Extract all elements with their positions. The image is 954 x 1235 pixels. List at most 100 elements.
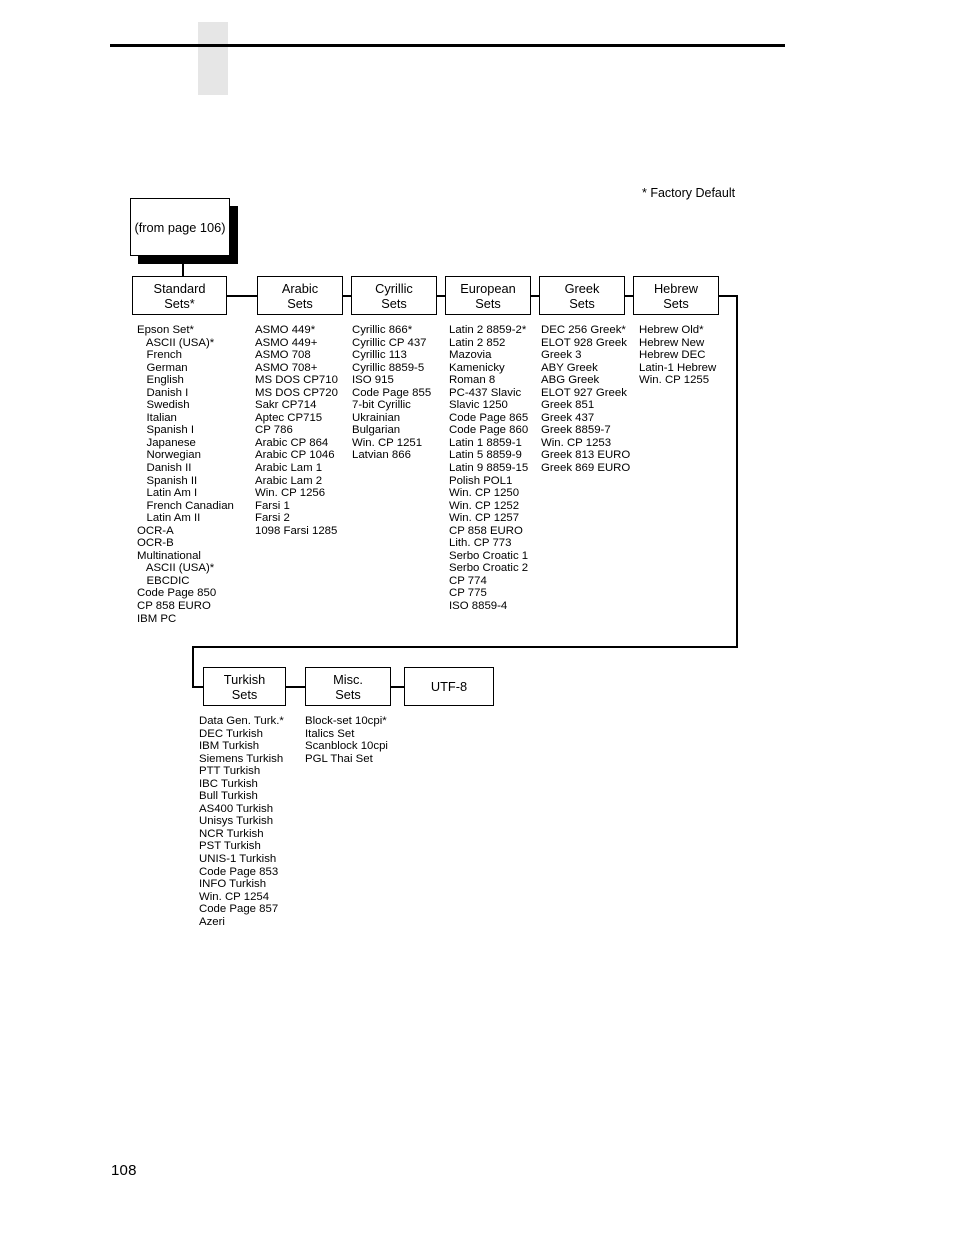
list-item: Win. CP 1254 [199, 890, 270, 903]
list-item: Serbo Croatic 1 [449, 549, 529, 562]
list-item: Code Page 860 [449, 424, 529, 437]
list-item: Polish POL1 [449, 474, 513, 487]
from-page-box: (from page 106) [130, 198, 238, 264]
list-item: EBCDIC [137, 574, 190, 587]
node-title-line2: Sets [569, 295, 595, 311]
list-item: Greek 437 [541, 411, 595, 424]
node-title-line1: Standard [153, 280, 206, 296]
list-item: Hebrew Old* [639, 324, 704, 336]
list-item: Greek 3 [541, 349, 582, 362]
list-item: PGL Thai Set [305, 752, 373, 765]
node-box-european-sets[interactable]: European Sets [445, 276, 531, 315]
list-item: ASMO 708+ [255, 361, 318, 374]
list-item: Serbo Croatic 2 [449, 562, 529, 575]
list-turkish-sets: Data Gen. Turk.* DEC Turkish IBM Turkish Si… [199, 715, 284, 928]
list-item: Kamenicky [449, 361, 505, 374]
list-item: Win. CP 1253 [541, 436, 612, 449]
list-item: ABY Greek [541, 361, 598, 374]
node-box-misc-sets[interactable]: Misc. Sets [305, 667, 391, 706]
list-item: Danish I [137, 386, 189, 399]
list-item: Lith. CP 773 [449, 537, 512, 550]
node-box-arabic-sets[interactable]: Arabic Sets [257, 276, 343, 315]
list-item: CP 786 [255, 424, 293, 437]
list-item: ELOT 927 Greek [541, 386, 627, 399]
list-greek-sets: DEC 256 Greek* ELOT 928 Greek Greek 3 ABY G… [541, 324, 630, 475]
list-item: Bulgarian [352, 424, 401, 437]
list-item: English [137, 374, 184, 387]
list-item: Code Page 855 [352, 386, 432, 399]
list-item: ISO 8859-4 [449, 600, 508, 613]
connector-wrap-bottom [192, 646, 738, 648]
list-item: French Canadian [137, 499, 234, 512]
list-item: Win. CP 1255 [639, 374, 710, 387]
node-title-line1: Arabic [281, 280, 319, 296]
list-european-sets: Latin 2 8859-2* Latin 2 852 Mazovia Kamenic… [449, 324, 528, 613]
node-box-turkish-sets[interactable]: Turkish Sets [203, 667, 286, 706]
list-item: Aptec CP715 [255, 411, 323, 424]
connector-turkish-misc [285, 686, 305, 688]
list-item: 1098 Farsi 1285 [255, 524, 338, 537]
list-item: PTT Turkish [199, 765, 261, 778]
list-item: ELOT 928 Greek [541, 336, 627, 349]
list-item: MS DOS CP720 [255, 386, 338, 399]
node-title-line2: Sets [287, 295, 313, 311]
list-item: French [137, 349, 182, 362]
list-item: Latin 9 8859-15 [449, 462, 529, 475]
list-item: Arabic Lam 1 [255, 462, 323, 475]
list-misc-sets: Block-set 10cpi* Italics Set Scanblock 10c… [305, 715, 388, 765]
list-item: Norwegian [137, 449, 201, 462]
list-item: Arabic CP 1046 [255, 449, 335, 462]
list-item: Danish II [137, 462, 192, 475]
list-item: Multinational [137, 549, 201, 562]
list-item: Azeri [199, 915, 225, 928]
node-title-line1: Turkish [223, 671, 266, 687]
header-tab-marker [198, 22, 228, 95]
list-item: IBM PC [137, 612, 177, 625]
list-item: Greek 8859-7 [541, 424, 611, 437]
node-title-line1: Hebrew [653, 280, 699, 296]
list-item: Mazovia [449, 349, 492, 362]
list-item: Italian [137, 411, 177, 424]
connector-hebrew-right [718, 295, 738, 297]
list-item: PST Turkish [199, 840, 261, 853]
list-item: Slavic 1250 [449, 399, 508, 412]
list-item: Japanese [137, 436, 196, 449]
list-item: Latin Am I [137, 487, 198, 500]
list-item: OCR-A [137, 524, 174, 537]
list-item: Hebrew New [639, 336, 705, 349]
node-title-line2: Sets [475, 295, 501, 311]
node-box-greek-sets[interactable]: Greek Sets [539, 276, 625, 315]
list-item: Hebrew DEC [639, 349, 706, 362]
list-item: Latin-1 Hebrew [639, 361, 717, 374]
list-item: Italics Set [305, 727, 355, 740]
list-standard-sets: Epson Set* ASCII (USA)* French German En… [137, 324, 234, 625]
list-item: Code Page 865 [449, 411, 529, 424]
node-box-cyrillic-sets[interactable]: Cyrillic Sets [351, 276, 437, 315]
list-item: 7-bit Cyrillic [352, 399, 411, 412]
list-item: Code Page 853 [199, 865, 279, 878]
list-item: Code Page 850 [137, 587, 217, 600]
node-title-line2: Sets [663, 295, 689, 311]
list-item: Latvian 866 [352, 449, 411, 462]
node-title-line1: European [460, 280, 516, 296]
list-item: ASCII (USA)* [137, 562, 215, 575]
header-rule [110, 44, 785, 47]
node-box-hebrew-sets[interactable]: Hebrew Sets [633, 276, 719, 315]
list-item: OCR-B [137, 537, 174, 550]
list-item: ISO 915 [352, 374, 394, 387]
list-item: ASMO 449* [255, 324, 316, 336]
list-item: Cyrillic 866* [352, 324, 413, 336]
list-item: Win. CP 1250 [449, 487, 520, 500]
list-item: Greek 813 EURO [541, 449, 631, 462]
list-item: Swedish [137, 399, 190, 412]
list-item: Latin 2 8859-2* [449, 324, 527, 336]
document-page: * Factory Default (from page 106) Standa… [0, 0, 954, 1235]
list-item: Siemens Turkish [199, 752, 284, 765]
node-box-utf8[interactable]: UTF-8 [404, 667, 494, 706]
list-item: Latin 1 8859-1 [449, 436, 522, 449]
list-item: DEC 256 Greek* [541, 324, 626, 336]
list-item: IBC Turkish [199, 777, 258, 790]
list-item: DEC Turkish [199, 727, 263, 740]
node-box-standard-sets[interactable]: Standard Sets* [132, 276, 227, 315]
list-item: ASCII (USA)* [137, 336, 215, 349]
